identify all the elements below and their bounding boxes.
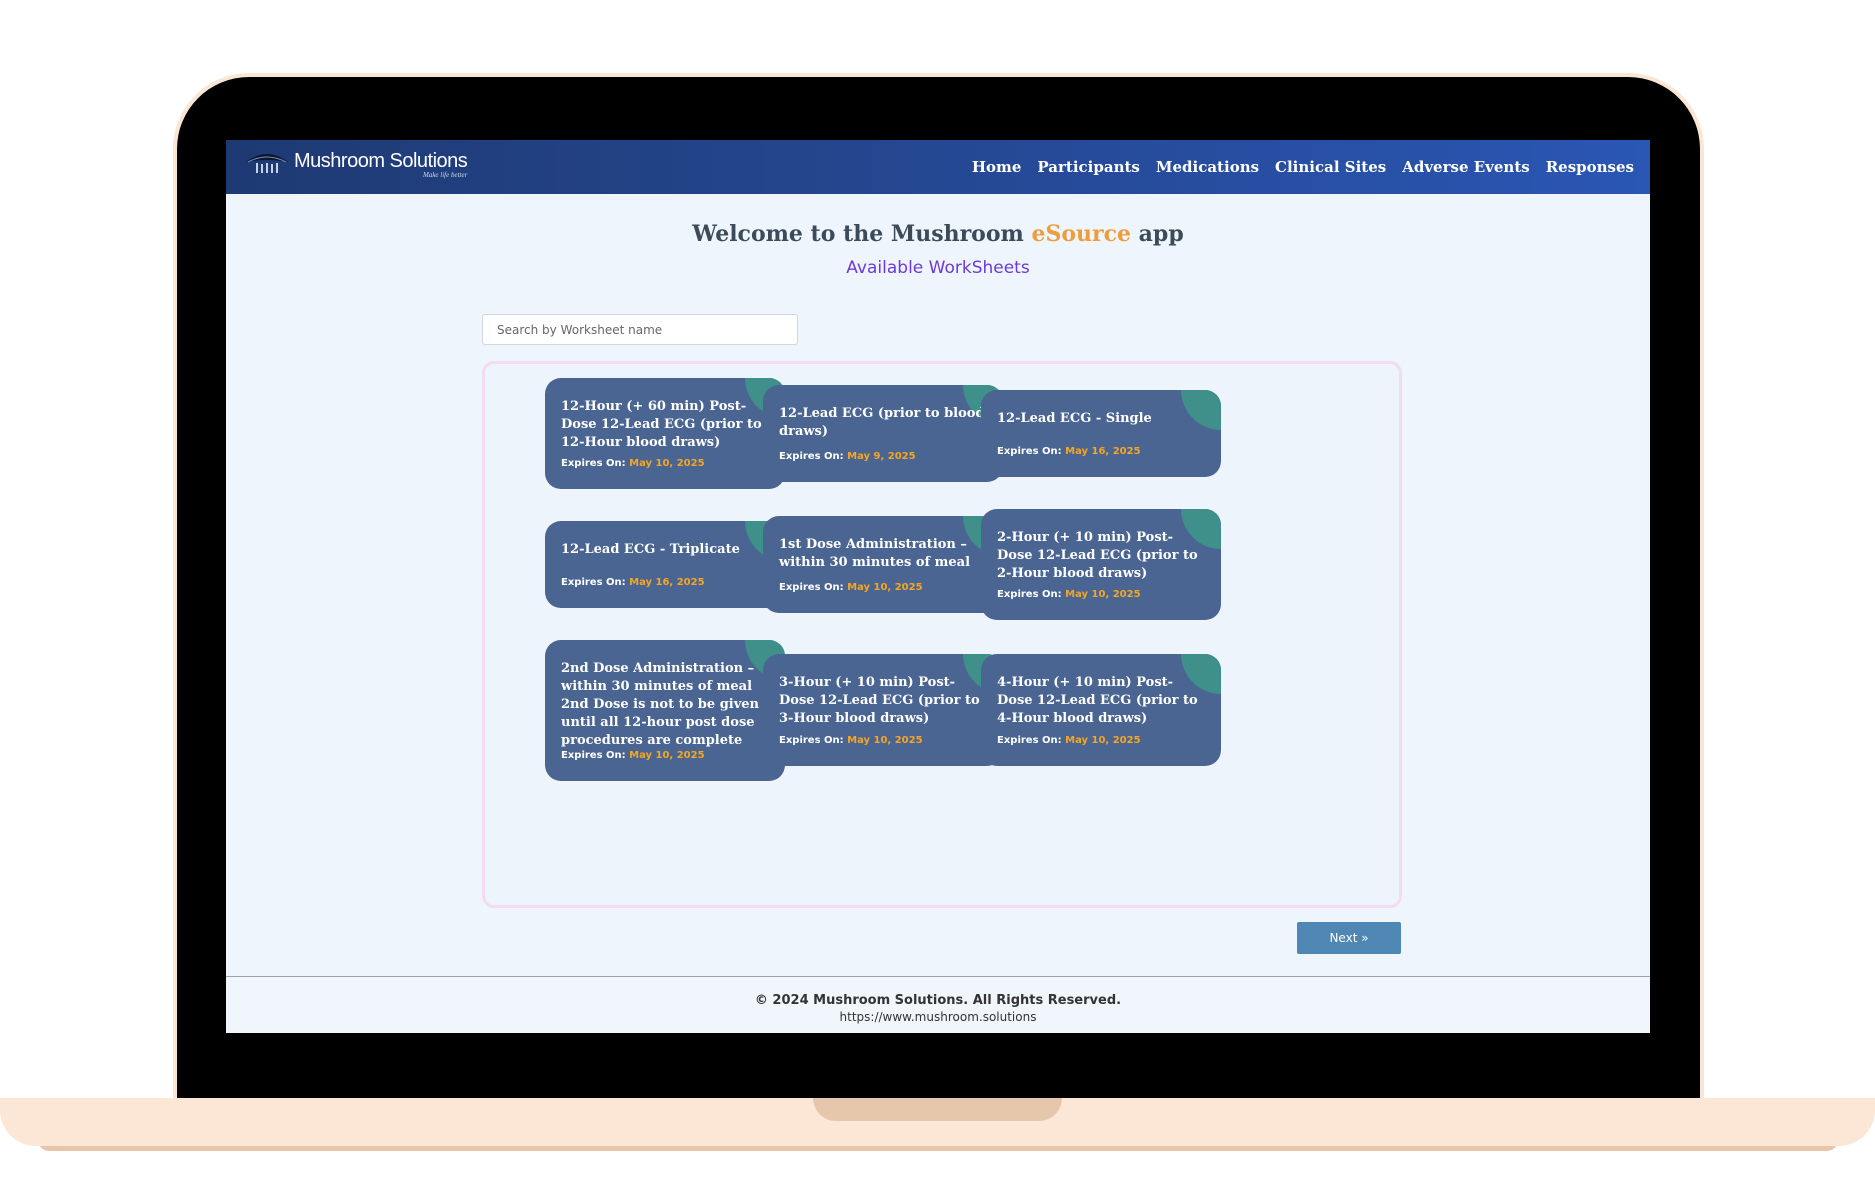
- laptop-notch: [813, 1098, 1062, 1121]
- worksheet-title: 2nd Dose Administration – within 30 minu…: [561, 661, 760, 748]
- worksheet-card[interactable]: 1st Dose Administration – within 30 minu…: [763, 516, 1003, 613]
- expires-label: Expires On:: [561, 577, 626, 588]
- welcome-accent: eSource: [1031, 221, 1132, 247]
- main-nav: Home Participants Medications Clinical S…: [972, 140, 1634, 194]
- brand-tagline: Make life better: [422, 171, 468, 179]
- worksheet-expiry: Expires On: May 10, 2025: [997, 735, 1141, 746]
- worksheet-grid: 12-Hour (+ 60 min) Post-Dose 12-Lead ECG…: [482, 361, 1402, 908]
- worksheet-expiry: Expires On: May 10, 2025: [997, 589, 1141, 600]
- worksheet-card[interactable]: 2-Hour (+ 10 min) Post-Dose 12-Lead ECG …: [981, 509, 1221, 620]
- worksheet-expiry: Expires On: May 16, 2025: [997, 446, 1141, 457]
- footer: © 2024 Mushroom Solutions. All Rights Re…: [226, 976, 1650, 1033]
- nav-home[interactable]: Home: [972, 158, 1022, 176]
- expires-date: May 9, 2025: [847, 451, 916, 462]
- expires-date: May 10, 2025: [1065, 735, 1141, 746]
- search-input[interactable]: [482, 314, 798, 345]
- expires-label: Expires On:: [779, 451, 844, 462]
- expires-date: May 10, 2025: [847, 582, 923, 593]
- expires-label: Expires On:: [561, 458, 626, 469]
- expires-label: Expires On:: [779, 735, 844, 746]
- worksheet-card[interactable]: 12-Lead ECG - Triplicate Expires On: May…: [545, 521, 785, 608]
- nav-responses[interactable]: Responses: [1546, 158, 1634, 176]
- welcome-suffix: app: [1131, 221, 1184, 247]
- worksheet-title: 1st Dose Administration – within 30 minu…: [779, 537, 971, 570]
- nav-medications[interactable]: Medications: [1156, 158, 1259, 176]
- worksheet-card[interactable]: 4-Hour (+ 10 min) Post-Dose 12-Lead ECG …: [981, 654, 1221, 766]
- worksheet-title: 12-Lead ECG (prior to blood draws): [779, 406, 985, 439]
- worksheet-expiry: Expires On: May 10, 2025: [561, 750, 705, 761]
- mushroom-logo-icon: [244, 150, 290, 178]
- expires-date: May 16, 2025: [629, 577, 705, 588]
- worksheet-expiry: Expires On: May 9, 2025: [779, 451, 916, 462]
- expires-date: May 10, 2025: [629, 750, 705, 761]
- brand-name: Mushroom Solutions: [294, 150, 468, 172]
- expires-label: Expires On:: [997, 735, 1062, 746]
- worksheet-title: 4-Hour (+ 10 min) Post-Dose 12-Lead ECG …: [997, 675, 1198, 726]
- worksheet-card[interactable]: 12-Hour (+ 60 min) Post-Dose 12-Lead ECG…: [545, 378, 785, 489]
- expires-label: Expires On:: [779, 582, 844, 593]
- expires-date: May 10, 2025: [847, 735, 923, 746]
- worksheet-expiry: Expires On: May 10, 2025: [561, 458, 705, 469]
- expires-date: May 10, 2025: [629, 458, 705, 469]
- brand-logo[interactable]: Mushroom Solutions Make life better: [244, 150, 468, 186]
- nav-participants[interactable]: Participants: [1037, 158, 1139, 176]
- worksheet-expiry: Expires On: May 16, 2025: [561, 577, 705, 588]
- expires-date: May 10, 2025: [1065, 589, 1141, 600]
- worksheet-title: 2-Hour (+ 10 min) Post-Dose 12-Lead ECG …: [997, 530, 1198, 581]
- worksheet-title: 12-Lead ECG - Single: [997, 411, 1152, 426]
- expires-label: Expires On:: [561, 750, 626, 761]
- nav-adverse-events[interactable]: Adverse Events: [1402, 158, 1529, 176]
- worksheet-expiry: Expires On: May 10, 2025: [779, 582, 923, 593]
- worksheet-card[interactable]: 12-Lead ECG (prior to blood draws) Expir…: [763, 385, 1003, 482]
- footer-url[interactable]: https://www.mushroom.solutions: [226, 1010, 1650, 1024]
- nav-clinical-sites[interactable]: Clinical Sites: [1275, 158, 1386, 176]
- page-subtitle: Available WorkSheets: [846, 258, 1030, 278]
- app-screen: Mushroom Solutions Make life better Home…: [226, 140, 1650, 1033]
- expires-label: Expires On:: [997, 589, 1062, 600]
- welcome-prefix: Welcome to the Mushroom: [692, 221, 1032, 247]
- worksheet-card[interactable]: 2nd Dose Administration – within 30 minu…: [545, 640, 785, 781]
- footer-copyright: © 2024 Mushroom Solutions. All Rights Re…: [754, 993, 1122, 1008]
- worksheet-title: 12-Hour (+ 60 min) Post-Dose 12-Lead ECG…: [561, 399, 762, 450]
- expires-label: Expires On:: [997, 446, 1062, 457]
- worksheet-card[interactable]: 12-Lead ECG - Single Expires On: May 16,…: [981, 390, 1221, 477]
- worksheet-card[interactable]: 3-Hour (+ 10 min) Post-Dose 12-Lead ECG …: [763, 654, 1003, 766]
- navbar: Mushroom Solutions Make life better Home…: [226, 140, 1650, 194]
- expires-date: May 16, 2025: [1065, 446, 1141, 457]
- worksheet-title: 12-Lead ECG - Triplicate: [561, 542, 740, 557]
- next-page-button[interactable]: Next »: [1297, 922, 1401, 954]
- worksheet-expiry: Expires On: May 10, 2025: [779, 735, 923, 746]
- page-title: Welcome to the Mushroom eSource app: [226, 221, 1650, 247]
- worksheet-title: 3-Hour (+ 10 min) Post-Dose 12-Lead ECG …: [779, 675, 980, 726]
